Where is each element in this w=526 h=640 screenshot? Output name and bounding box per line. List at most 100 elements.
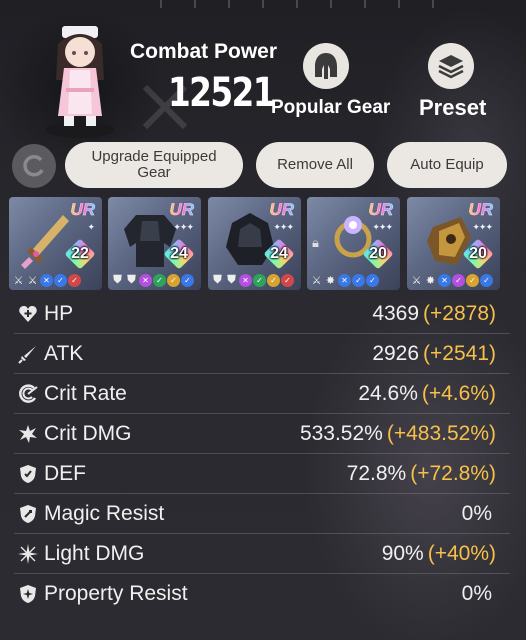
shield-icon: ⛊ — [127, 274, 136, 286]
layers-icon — [438, 55, 464, 79]
stat-name: ATK — [44, 341, 84, 365]
shield-icon: ⛊ — [227, 274, 236, 286]
stat-bonus: (+483.52%) — [386, 421, 496, 445]
shield-icon: ⛊ — [113, 274, 122, 286]
stat-row-atk: ATK 2926 (+2541) — [14, 334, 510, 374]
sword-icon — [17, 343, 39, 365]
gear-rarity: UR — [169, 200, 194, 220]
gear-slot-3[interactable]: UR ✦✦✦ 24 ⛊ ⛊ ✕ ✓ ✓ ✓ — [208, 197, 301, 290]
gear-level-badge: 20 — [462, 238, 494, 270]
stat-bonus: (+2541) — [423, 341, 496, 365]
option-icon: ✓ — [466, 274, 479, 287]
shield-icon — [17, 463, 39, 485]
option-icon: ✓ — [181, 274, 194, 287]
preset-label[interactable]: Preset — [419, 95, 486, 121]
combat-power-label: Combat Power — [130, 40, 278, 63]
stat-row-def: DEF 72.8% (+72.8%) — [14, 454, 510, 494]
star-marks: ✦✦✦ — [472, 222, 493, 232]
option-icon: ✓ — [253, 274, 266, 287]
burst-icon: ✸ — [425, 275, 436, 287]
gear-rarity: UR — [468, 200, 493, 220]
upgrade-equipped-gear-button[interactable]: Upgrade Equipped Gear — [65, 142, 243, 188]
stat-name: Crit Rate — [44, 381, 127, 405]
preset-button[interactable] — [428, 43, 474, 89]
stat-total: 0% — [461, 582, 492, 605]
option-icon: ✕ — [438, 274, 451, 287]
sword-icon: ⚔ — [13, 275, 24, 287]
option-icon: ✓ — [54, 274, 67, 287]
gear-slot-1[interactable]: UR ✦ 22 ⚔ ⚔ ✕ ✓ ✓ — [9, 197, 102, 290]
shield-icon: ⛊ — [213, 274, 222, 286]
stat-row-crit-dmg: Crit DMG 533.52% (+483.52%) — [14, 414, 510, 454]
popular-gear-label[interactable]: Popular Gear — [271, 97, 390, 119]
helmet-icon — [315, 53, 337, 79]
property-shield-icon — [17, 583, 39, 605]
star-marks: ✦✦✦ — [273, 222, 294, 232]
stat-total: 0% — [461, 501, 492, 525]
option-icon: ✕ — [139, 274, 152, 287]
light-burst-icon — [17, 543, 39, 565]
star-marks: ✦ — [87, 222, 94, 232]
stat-name: Property Resist — [44, 582, 188, 605]
option-icon: ✓ — [366, 274, 379, 287]
star-marks: ✦✦✦ — [372, 222, 393, 232]
crit-dmg-icon — [17, 423, 39, 445]
option-icon: ✕ — [239, 274, 252, 287]
lock-icon[interactable]: 🔒︎ — [312, 235, 319, 251]
gear-slot-2[interactable]: UR ✦✦✦ 24 ⛊ ⛊ ✕ ✓ ✓ ✓ — [108, 197, 201, 290]
gear-level-badge: 24 — [263, 238, 295, 270]
stat-value: 24.6% (+4.6%) — [358, 382, 496, 406]
character-avatar[interactable] — [40, 18, 120, 138]
option-icon: ✓ — [153, 274, 166, 287]
star-marks: ✦✦✦ — [173, 222, 194, 232]
gear-slot-4[interactable]: UR ✦✦✦ 🔒︎ 20 ⚔ ✸ ✕ ✓ ✓ — [307, 197, 400, 290]
sword-icon: ⚔ — [411, 275, 422, 287]
gear-level: 24 — [270, 245, 288, 262]
refresh-icon — [23, 155, 44, 177]
gear-level-badge: 24 — [163, 238, 195, 270]
combat-power-value: 12521 — [168, 70, 276, 116]
crit-rate-icon — [17, 383, 39, 405]
stat-value: 0% — [462, 502, 496, 526]
gear-rarity: UR — [70, 200, 95, 220]
burst-icon: ✸ — [325, 275, 336, 287]
gear-options: ⚔ ✸ ✕ ✓ ✓ — [310, 274, 379, 287]
heart-plus-icon — [17, 303, 39, 325]
stat-value: 4369 (+2878) — [372, 302, 496, 326]
refresh-button[interactable] — [12, 144, 56, 188]
sword-icon: ⚔ — [311, 275, 322, 287]
stat-value: 0% — [462, 582, 496, 606]
remove-all-button[interactable]: Remove All — [256, 142, 374, 188]
gear-options: ⚔ ✸ ✕ ✓ ✓ ✓ — [410, 274, 493, 287]
gear-slot-5[interactable]: UR ✦✦✦ 20 ⚔ ✸ ✕ ✓ ✓ ✓ — [407, 197, 500, 290]
gear-options: ⛊ ⛊ ✕ ✓ ✓ ✓ — [211, 274, 294, 287]
stat-bonus: (+72.8%) — [410, 461, 496, 485]
auto-equip-button[interactable]: Auto Equip — [387, 142, 507, 188]
stat-name: HP — [44, 301, 74, 325]
stat-row-light-dmg: Light DMG 90% (+40%) — [14, 534, 510, 574]
stat-row-hp: HP 4369 (+2878) — [14, 294, 510, 334]
option-icon: ✓ — [281, 274, 294, 287]
gear-rarity: UR — [269, 200, 294, 220]
option-icon: ✓ — [167, 274, 180, 287]
stat-bonus: (+4.6%) — [421, 381, 496, 405]
stat-total: 2926 — [372, 341, 420, 365]
stat-row-magic-resist: Magic Resist 0% — [14, 494, 510, 534]
gear-options: ⚔ ⚔ ✕ ✓ ✓ — [12, 274, 81, 287]
gear-options: ⛊ ⛊ ✕ ✓ ✓ ✓ — [111, 274, 194, 287]
popular-gear-button[interactable] — [303, 43, 349, 89]
gear-level-badge: 20 — [362, 238, 394, 270]
stat-bonus: (+40%) — [427, 541, 496, 565]
stat-name: Crit DMG — [44, 421, 132, 445]
option-icon: ✕ — [40, 274, 53, 287]
gear-level: 20 — [369, 245, 387, 262]
gear-level-badge: 22 — [64, 238, 96, 270]
stat-total: 90% — [381, 541, 424, 565]
stat-name: DEF — [44, 461, 86, 485]
option-icon: ✕ — [338, 274, 351, 287]
stat-total: 24.6% — [358, 381, 418, 405]
stat-total: 533.52% — [299, 421, 383, 445]
top-decoration — [160, 0, 460, 8]
stat-name: Light DMG — [44, 541, 145, 565]
gear-rarity: UR — [368, 200, 393, 220]
